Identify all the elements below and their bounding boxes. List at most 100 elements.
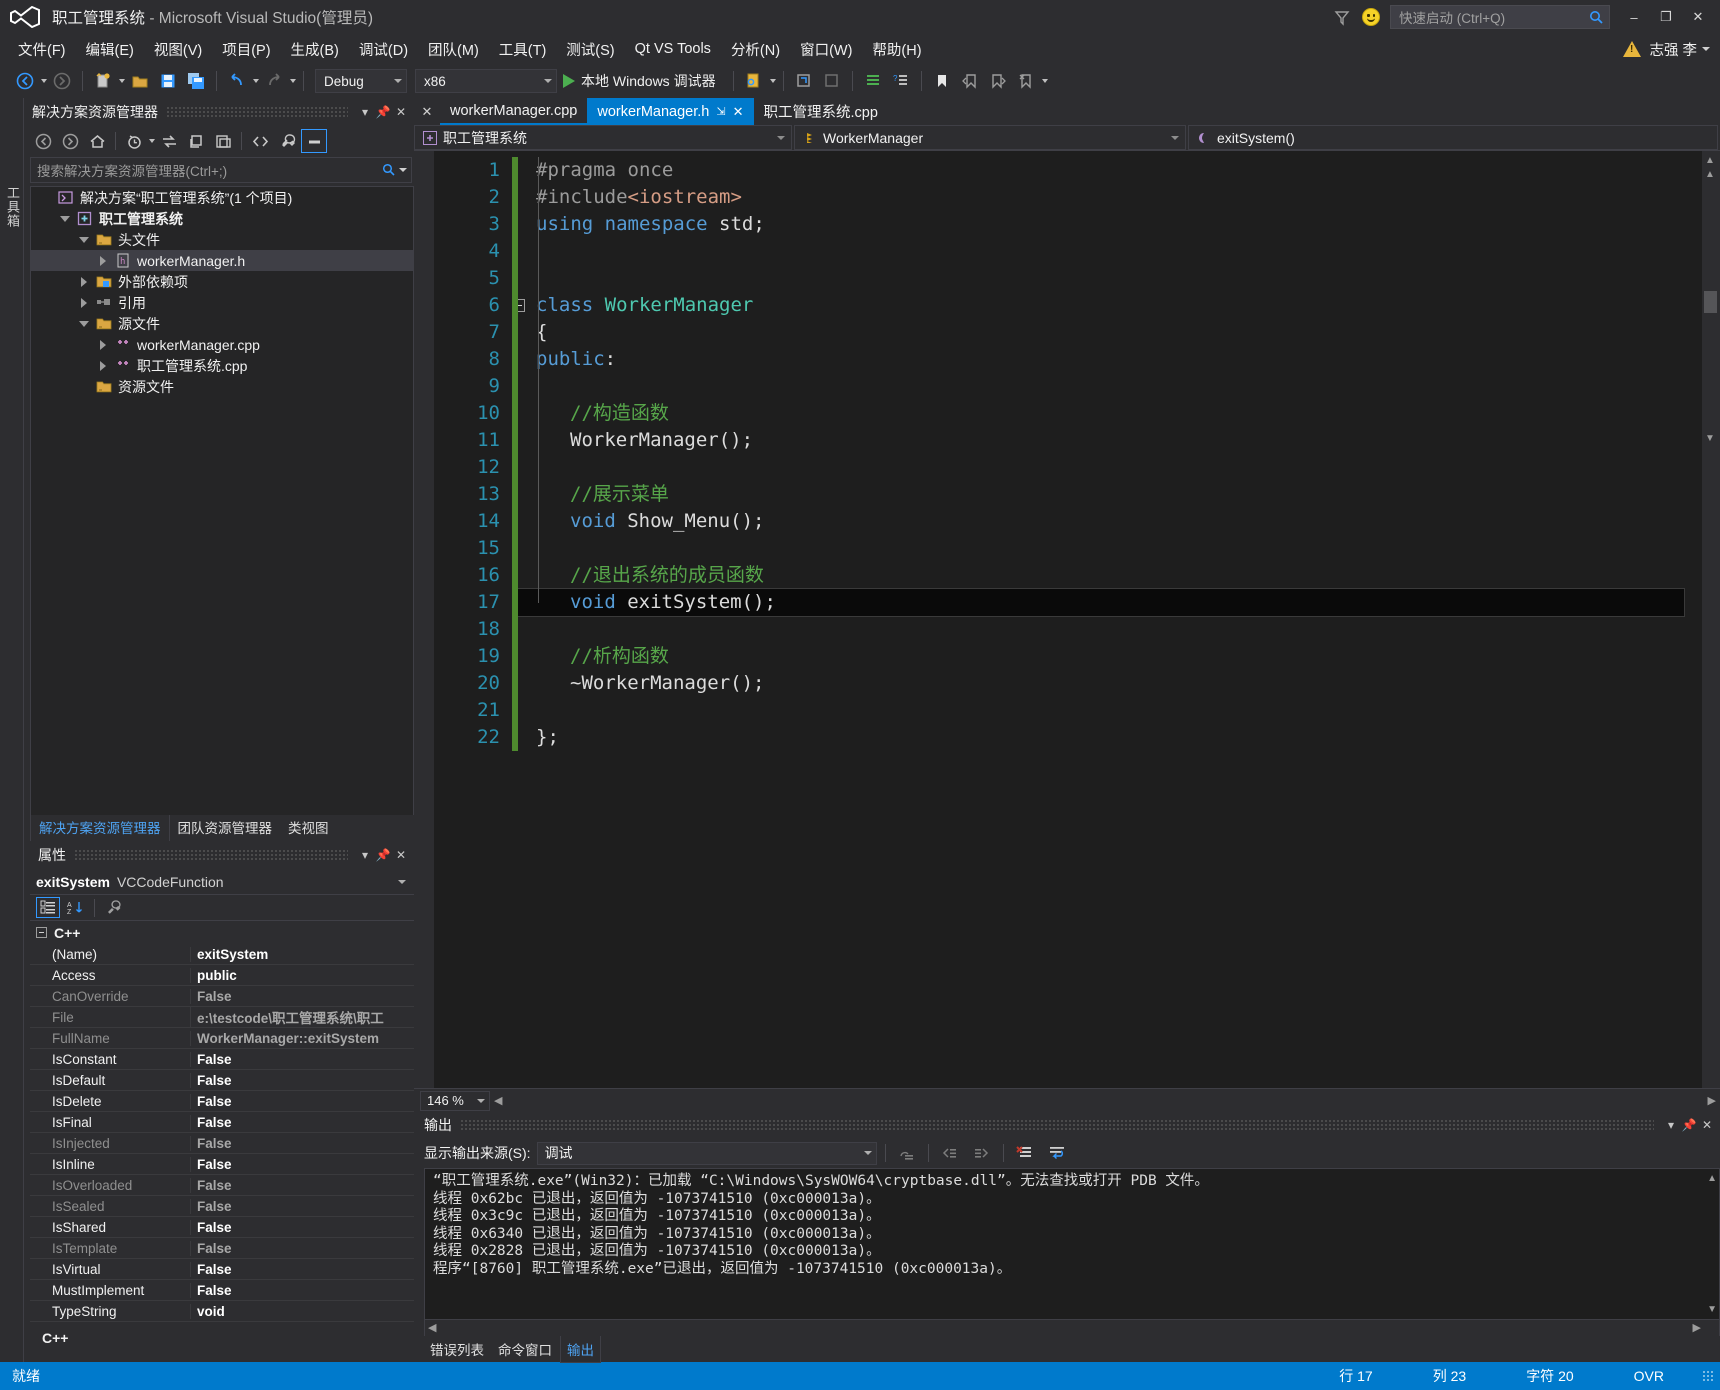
- collapse-region-icon[interactable]: [518, 299, 525, 312]
- filter-dropdown-icon[interactable]: [149, 139, 155, 143]
- categorized-view-button[interactable]: [36, 897, 60, 918]
- property-row[interactable]: IsFinal False: [30, 1112, 414, 1133]
- quick-launch-input[interactable]: 快速启动 (Ctrl+Q): [1390, 5, 1610, 29]
- step-into-button[interactable]: [791, 68, 817, 94]
- tree-item[interactable]: 外部依赖项: [31, 271, 413, 292]
- user-account[interactable]: 志强 李: [1649, 39, 1710, 60]
- code-line[interactable]: [518, 697, 1702, 724]
- property-value[interactable]: False: [190, 1135, 414, 1151]
- menu-item-help[interactable]: 帮助(H): [862, 36, 931, 63]
- chevron-down-icon[interactable]: ▾: [356, 102, 374, 122]
- menu-item-qt-vs-tools[interactable]: Qt VS Tools: [625, 38, 721, 60]
- property-value[interactable]: False: [190, 1177, 414, 1193]
- sync-with-active-document-button[interactable]: [156, 129, 182, 153]
- properties-group-header[interactable]: C++: [30, 921, 414, 944]
- alphabetical-sort-button[interactable]: AZ: [63, 897, 87, 918]
- clear-bookmarks-button[interactable]: [1013, 68, 1039, 94]
- property-row[interactable]: MustImplement False: [30, 1280, 414, 1301]
- go-to-next-message-button[interactable]: [969, 1141, 995, 1165]
- left-dock-tabs[interactable]: 解决方案资源管理器 团队资源管理器 类视图: [30, 813, 414, 841]
- property-row[interactable]: IsOverloaded False: [30, 1175, 414, 1196]
- scroll-left-icon[interactable]: ◀: [428, 1321, 436, 1334]
- property-value[interactable]: False: [190, 1261, 414, 1277]
- collapse-all-button[interactable]: [210, 129, 236, 153]
- start-debugging-button[interactable]: 本地 Windows 调试器: [559, 71, 726, 91]
- close-document-button[interactable]: ✕: [414, 98, 440, 125]
- editor-horizontal-scrollbar[interactable]: ◀ ▶: [494, 1094, 1716, 1108]
- zoom-level-combo[interactable]: 146 %: [420, 1090, 490, 1111]
- tree-item[interactable]: 职工管理系统: [31, 208, 413, 229]
- menu-item-file[interactable]: 文件(F): [8, 36, 76, 63]
- scroll-up-icon[interactable]: ▲: [1707, 1173, 1717, 1184]
- tree-item[interactable]: h workerManager.h: [31, 250, 413, 271]
- toolbox-rail[interactable]: 工具箱: [0, 98, 24, 1362]
- property-row[interactable]: IsConstant False: [30, 1049, 414, 1070]
- property-row[interactable]: IsTemplate False: [30, 1238, 414, 1259]
- property-row[interactable]: TypeString void: [30, 1301, 414, 1322]
- expand-arrow-icon[interactable]: [75, 276, 93, 287]
- new-project-dropdown-icon[interactable]: [119, 79, 125, 83]
- property-row[interactable]: IsDefault False: [30, 1070, 414, 1091]
- toolbar-overflow-icon[interactable]: [1041, 79, 1048, 83]
- project-selector-combo[interactable]: 职工管理系统: [414, 125, 792, 150]
- menu-item-build[interactable]: 生成(B): [281, 36, 349, 63]
- document-tab[interactable]: workerManager.cpp: [440, 98, 588, 125]
- property-value[interactable]: False: [190, 1156, 414, 1172]
- property-value[interactable]: False: [190, 1240, 414, 1256]
- menu-item-view[interactable]: 视图(V): [144, 36, 212, 63]
- output-vertical-scrollbar[interactable]: ▲ ▼: [1703, 1169, 1719, 1319]
- dock-tab[interactable]: 团队资源管理器: [170, 814, 281, 841]
- property-value[interactable]: exitSystem: [190, 946, 414, 962]
- tree-item[interactable]: 引用: [31, 292, 413, 313]
- code-line[interactable]: class WorkerManager: [518, 292, 1702, 319]
- tree-item[interactable]: workerManager.cpp: [31, 334, 413, 355]
- expand-arrow-icon[interactable]: [94, 360, 112, 371]
- property-value[interactable]: e:\testcode\职工管理系统\职工: [190, 1007, 414, 1027]
- scroll-down-icon[interactable]: ▼: [1705, 433, 1715, 444]
- solution-configuration-combo[interactable]: Debug: [315, 69, 407, 93]
- properties-button[interactable]: [274, 129, 300, 153]
- redo-dropdown-icon[interactable]: [290, 79, 296, 83]
- scroll-right-icon[interactable]: ▶: [1708, 1094, 1716, 1107]
- code-line[interactable]: #pragma once: [518, 157, 1702, 184]
- tree-item[interactable]: 头文件: [31, 229, 413, 250]
- undo-dropdown-icon[interactable]: [253, 79, 259, 83]
- show-all-files-button[interactable]: [247, 129, 273, 153]
- output-source-combo[interactable]: 调试: [536, 1141, 877, 1165]
- property-pages-button[interactable]: [102, 897, 126, 918]
- code-line[interactable]: //退出系统的成员函数: [518, 562, 1702, 589]
- pending-changes-filter-button[interactable]: [121, 129, 147, 153]
- expand-arrow-icon[interactable]: [94, 255, 112, 266]
- undo-button[interactable]: [224, 68, 250, 94]
- navigate-forward-button[interactable]: [49, 68, 75, 94]
- solution-platform-combo[interactable]: x86: [415, 69, 557, 93]
- properties-grid[interactable]: C++ (Name) exitSystem Access public CanOverr…: [30, 921, 414, 1322]
- toggle-word-wrap-button[interactable]: [1044, 1141, 1070, 1165]
- property-row[interactable]: IsSealed False: [30, 1196, 414, 1217]
- property-row[interactable]: CanOverride False: [30, 986, 414, 1007]
- property-row[interactable]: IsInjected False: [30, 1133, 414, 1154]
- step-over-button[interactable]: [819, 68, 845, 94]
- code-line[interactable]: };: [518, 724, 1702, 751]
- previous-bookmark-button[interactable]: [957, 68, 983, 94]
- feedback-funnel-icon[interactable]: [1328, 4, 1356, 30]
- code-line[interactable]: WorkerManager();: [518, 427, 1702, 454]
- property-value[interactable]: False: [190, 1282, 414, 1298]
- clear-all-button[interactable]: [1012, 1141, 1038, 1165]
- tree-item[interactable]: 源文件: [31, 313, 413, 334]
- scrollbar-thumb[interactable]: [1704, 291, 1717, 313]
- code-editor[interactable]: 1 2 3 4 5 6 7 8 9 10 11 12 13 14 15 16 17 18 19 20 21 22 #pra…: [414, 151, 1720, 1088]
- menu-item-test[interactable]: 测试(S): [556, 36, 624, 63]
- code-line[interactable]: [518, 535, 1702, 562]
- send-feedback-icon[interactable]: [1362, 8, 1380, 26]
- property-value[interactable]: False: [190, 1093, 414, 1109]
- property-row[interactable]: IsVirtual False: [30, 1259, 414, 1280]
- property-row[interactable]: Access public: [30, 965, 414, 986]
- navigate-backward-button[interactable]: [12, 68, 38, 94]
- menu-item-analyze[interactable]: 分析(N): [721, 36, 790, 63]
- property-value[interactable]: False: [190, 988, 414, 1004]
- code-line[interactable]: [518, 373, 1702, 400]
- editor-vertical-scrollbar[interactable]: ▲ ▲ ▼: [1702, 151, 1720, 1088]
- expand-arrow-icon[interactable]: [75, 297, 93, 308]
- find-message-in-code-button[interactable]: [894, 1141, 920, 1165]
